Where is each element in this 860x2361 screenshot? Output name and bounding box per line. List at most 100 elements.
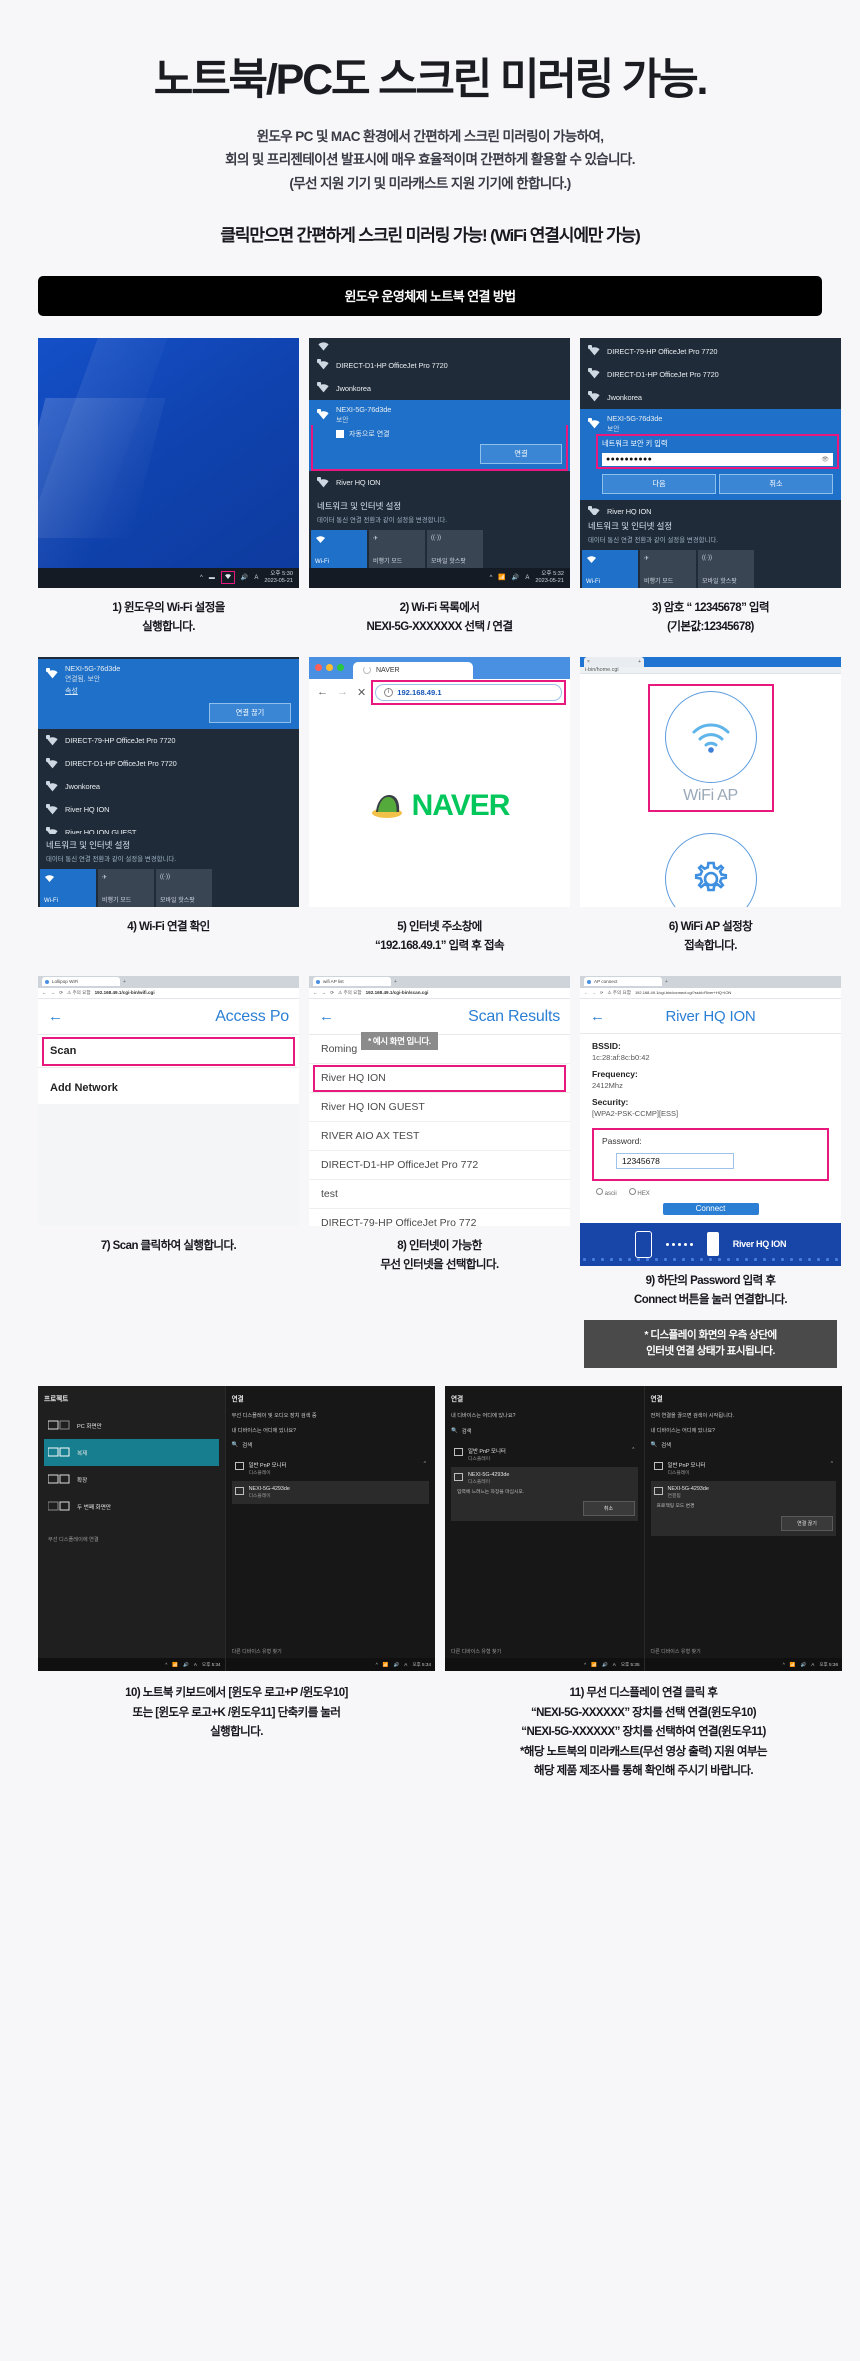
connect-button[interactable]: 연결 [480, 444, 562, 465]
device-search-row[interactable]: 🔍 검색 [651, 1441, 837, 1449]
network-tray-icon[interactable]: 📶 [498, 574, 505, 581]
disconnect-button[interactable]: 연결 끊기 [781, 1515, 833, 1531]
network-tray-icon[interactable]: 📶 [172, 1662, 178, 1668]
wifi-list-item-selected[interactable]: NEXI-5G-76d3de 보안 [580, 408, 841, 435]
tile-hotspot[interactable]: ((·)) 모바일 핫스팟 [698, 549, 754, 588]
scan-result-item[interactable]: DIRECT-D1-HP OfficeJet Pro 772 [309, 1151, 570, 1180]
device-list-item[interactable]: 일반 PnP 모니터 디스플레이 ^ [232, 1456, 429, 1481]
volume-icon[interactable]: 🔊 [183, 1662, 189, 1668]
tile-airplane[interactable]: ✈ 비행기 모드 [98, 868, 154, 907]
chevron-up-icon[interactable]: ^ [783, 1662, 785, 1667]
wifi-list-item[interactable] [309, 340, 570, 354]
wifi-list-item[interactable]: DIRECT-79-HP OfficeJet Pro 7720 [580, 340, 841, 363]
network-tray-icon[interactable]: 📶 [383, 1662, 389, 1668]
wifi-list-item[interactable]: River HQ ION GUEST [38, 821, 299, 834]
wifi-network-list[interactable]: NEXI-5G-76d3de 연결됨, 보안 속성 연결 끊기 DIRECT-7… [38, 657, 299, 834]
scan-result-item[interactable]: Roming [309, 1035, 570, 1064]
back-icon[interactable]: ← [42, 990, 47, 995]
back-icon[interactable]: ← [317, 686, 328, 698]
radio-hex[interactable]: HEX [628, 1187, 650, 1197]
address-bar[interactable]: i 192.168.49.1 [375, 683, 562, 701]
network-settings-link[interactable]: 네트워크 및 인터넷 설정 데이터 통신 연결 전환과 같이 설정을 변경합니다… [309, 495, 570, 526]
taskbar[interactable]: ^ 📶 🔊 A 오후 5:34 [38, 1658, 225, 1672]
device-search-row[interactable]: 🔍 검색 [232, 1441, 429, 1449]
close-icon[interactable] [315, 664, 322, 672]
wifi-list-item[interactable]: DIRECT-D1-HP OfficeJet Pro 7720 [580, 363, 841, 386]
scan-button[interactable]: Scan [38, 1035, 299, 1068]
address-bar-value[interactable]: 192.168.49.1/cgi-bin/wifi.cgi [95, 990, 155, 995]
find-other-devices-link[interactable]: 다른 디바이스 유형 찾기 [451, 1648, 501, 1655]
scan-result-item[interactable]: DIRECT-79-HP OfficeJet Pro 772 [309, 1209, 570, 1226]
network-tray-icon[interactable]: 📶 [591, 1662, 597, 1668]
radio-icon[interactable] [628, 1187, 636, 1195]
scan-result-item-selected[interactable]: River HQ ION [309, 1064, 570, 1093]
connect-desc-2[interactable]: 내 디바이스는 어디에 있나요? [232, 1427, 429, 1435]
add-network-button[interactable]: Add Network [38, 1068, 299, 1104]
ime-icon[interactable]: A [525, 575, 529, 581]
browser-tab[interactable]: × + [584, 656, 644, 667]
device-list-item-selected[interactable]: NEXI-5G-4293de 디스플레이 입력에 느려느는 자장을 마십시오. … [451, 1466, 638, 1522]
project-option-pc-only[interactable]: PC 화면만 [44, 1412, 219, 1439]
tile-wifi[interactable]: Wi-Fi [311, 529, 367, 568]
back-icon[interactable]: ← [313, 990, 318, 995]
tile-airplane[interactable]: ✈ 비행기 모드 [640, 549, 696, 588]
scan-result-item[interactable]: RIVER AIO AX TEST [309, 1122, 570, 1151]
wifi-list-item[interactable]: Jwonkorea [38, 775, 299, 798]
scan-result-item[interactable]: test [309, 1180, 570, 1209]
volume-icon[interactable]: 🔊 [602, 1662, 608, 1668]
back-arrow-icon[interactable]: ← [48, 1009, 63, 1024]
taskbar-clock[interactable]: 오후 5:32 2023-05-21 [535, 571, 564, 585]
minimize-icon[interactable] [326, 664, 333, 672]
taskbar[interactable]: ^ ▬ 🔊 A 오후 5:30 2023-05-21 [38, 567, 299, 588]
forward-icon[interactable]: → [337, 686, 348, 698]
wifi-list-item[interactable]: Jwonkorea [309, 377, 570, 400]
password-input[interactable]: 12345678 [616, 1152, 734, 1169]
connect-button[interactable]: Connect [662, 1202, 759, 1215]
close-icon[interactable]: × [587, 659, 590, 665]
device-list-item[interactable]: 일반 PnP 모니터 디스플레이 ^ [651, 1456, 837, 1481]
find-other-devices-link[interactable]: 다른 디바이스 유형 찾기 [232, 1648, 282, 1655]
chevron-up-icon[interactable]: ^ [165, 1662, 167, 1667]
forward-icon[interactable]: → [51, 990, 56, 995]
connect-desc-2[interactable]: 내 디바이스는 어디에 있나요? [651, 1427, 837, 1435]
radio-icon[interactable] [596, 1187, 603, 1195]
auto-connect-checkbox[interactable] [336, 430, 344, 439]
device-list-item-selected[interactable]: NEXI-5G-4293de 디스플레이 [231, 1480, 429, 1504]
tile-wifi[interactable]: Wi-Fi [582, 549, 638, 588]
wireless-display-link[interactable]: 무선 디스플레이에 연결 [44, 1536, 219, 1543]
auto-connect-row[interactable]: 자동으로 연결 [336, 425, 562, 444]
taskbar[interactable]: ^ 📶 🔊 A 오후 5:36 [644, 1658, 842, 1672]
taskbar[interactable]: ^ 📶 🔊 A 오후 5:35 [445, 1658, 644, 1672]
reload-icon[interactable]: ⟳ [600, 990, 603, 995]
chevron-up-icon[interactable]: ^ [632, 1447, 634, 1453]
back-icon[interactable]: ← [584, 990, 588, 995]
tile-hotspot[interactable]: ((·)) 모바일 핫스팟 [156, 868, 212, 907]
wifi-list-item[interactable]: DIRECT-D1-HP OfficeJet Pro 7720 [309, 354, 570, 377]
chevron-up-icon[interactable]: ^ [584, 1662, 586, 1667]
address-bar-value[interactable]: 192.168.49.1/cgi-bin/scan.cgi [366, 990, 429, 995]
volume-icon[interactable]: 🔊 [512, 574, 519, 581]
back-arrow-icon[interactable]: ← [590, 1009, 605, 1024]
chevron-up-icon[interactable]: ^ [424, 1461, 426, 1467]
volume-icon[interactable]: 🔊 [394, 1662, 400, 1668]
browser-tab[interactable]: NAVER [353, 661, 473, 679]
network-tray-icon[interactable]: 📶 [790, 1662, 796, 1668]
new-tab-icon[interactable]: + [394, 979, 397, 985]
security-key-input[interactable]: ●●●●●●●●●● 👁 [602, 453, 833, 467]
taskbar[interactable]: ^ 📶 🔊 A 오후 5:34 [225, 1658, 435, 1672]
forward-icon[interactable]: → [322, 990, 327, 995]
maximize-icon[interactable] [337, 664, 344, 672]
wifi-list-item[interactable]: Jwonkorea [580, 386, 841, 409]
volume-icon[interactable]: 🔊 [241, 574, 248, 581]
scan-results-list[interactable]: Roming River HQ ION River HQ ION GUEST R… [309, 1035, 570, 1226]
volume-icon[interactable]: 🔊 [801, 1662, 807, 1668]
wifi-list-item-selected[interactable]: NEXI-5G-76d3de 보안 [309, 399, 570, 426]
tile-hotspot[interactable]: ((·)) 모바일 핫스팟 [427, 529, 483, 568]
ime-icon[interactable]: A [194, 1662, 197, 1667]
reload-icon[interactable]: ⟳ [330, 990, 334, 996]
wifi-ap-card[interactable]: WiFi AP [647, 683, 774, 812]
new-tab-icon[interactable]: + [123, 979, 126, 985]
reload-icon[interactable]: ⟳ [59, 990, 63, 996]
chevron-up-icon[interactable]: ^ [200, 575, 203, 581]
wifi-list-item[interactable]: DIRECT-D1-HP OfficeJet Pro 7720 [38, 752, 299, 775]
